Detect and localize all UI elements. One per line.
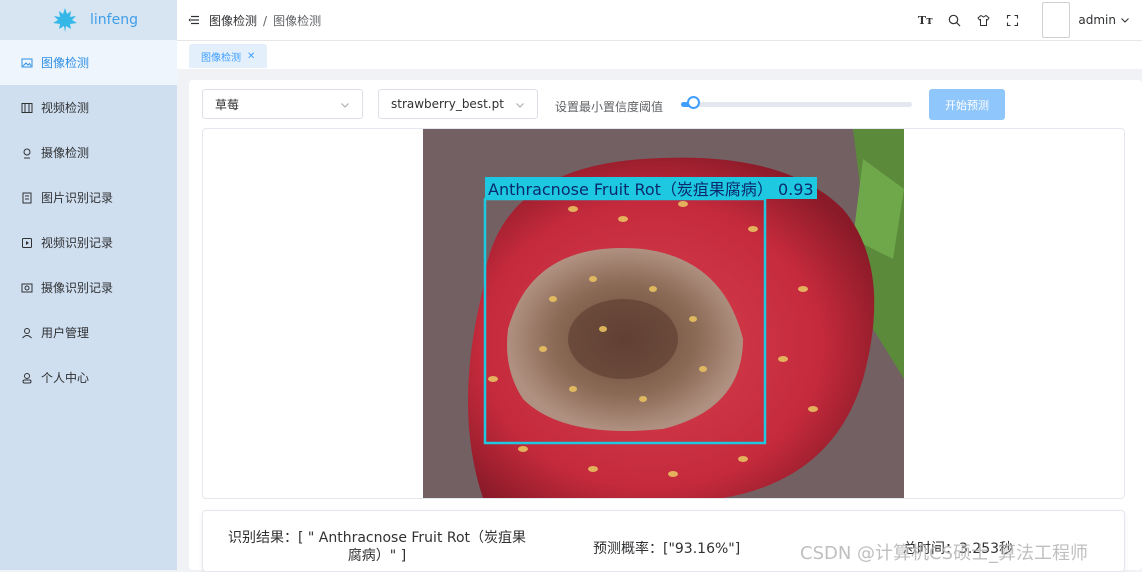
sidebar-item-label: 个人中心 bbox=[41, 371, 90, 385]
document-icon bbox=[21, 192, 33, 204]
sidebar-item-image-records[interactable]: 图片识别记录 bbox=[0, 175, 177, 220]
top-header: 图像检测 / 图像检测 Tт admin bbox=[177, 0, 1142, 41]
recognition-result: 识别结果：[ " Anthracnose Fruit Rot（炭疽果 腐病）" … bbox=[227, 529, 527, 565]
menu-toggle-icon[interactable] bbox=[188, 14, 200, 26]
sidebar-item-user-management[interactable]: 用户管理 bbox=[0, 310, 177, 355]
sidebar-item-camera-records[interactable]: 摄像识别记录 bbox=[0, 265, 177, 310]
close-icon[interactable]: ✕ bbox=[247, 51, 255, 62]
chevron-down-icon bbox=[341, 103, 349, 108]
breadcrumb-item[interactable]: 图像检测 bbox=[209, 14, 257, 28]
chevron-down-icon[interactable] bbox=[1120, 15, 1130, 25]
tab-image-detection[interactable]: 图像检测 ✕ bbox=[189, 44, 268, 68]
user-name[interactable]: admin bbox=[1078, 13, 1116, 27]
fruit-select[interactable]: 草莓 bbox=[202, 89, 363, 119]
image-preview-panel: Anthracnose Fruit Rot（炭疽果腐病） 0.93 bbox=[202, 128, 1125, 499]
model-select-value: strawberry_best.pt bbox=[391, 97, 504, 111]
logo-text: linfeng bbox=[90, 12, 138, 28]
fruit-select-value: 草莓 bbox=[215, 97, 240, 112]
sidebar-item-label: 图片识别记录 bbox=[41, 191, 114, 205]
prediction-probability: 预测概率：["93.16%"] bbox=[593, 541, 741, 557]
video-icon bbox=[21, 102, 33, 114]
sidebar-item-video-records[interactable]: 视频识别记录 bbox=[0, 220, 177, 265]
sidebar-item-label: 摄像检测 bbox=[41, 146, 90, 160]
breadcrumb-current: 图像检测 bbox=[273, 13, 322, 28]
slider-handle[interactable] bbox=[686, 96, 700, 109]
sidebar: linfeng 图像检测 视频检测 摄像检测 图片识别记录 视频识别记录 摄像识… bbox=[0, 0, 177, 570]
threshold-label: 设置最小置信度阈值 bbox=[555, 100, 664, 114]
sidebar-item-image-detection[interactable]: 图像检测 bbox=[0, 40, 177, 85]
tags-bar: 图像检测 ✕ bbox=[177, 41, 1142, 69]
maple-leaf-logo-icon bbox=[53, 8, 77, 32]
breadcrumb-separator: / bbox=[263, 13, 268, 28]
camera-icon bbox=[21, 147, 33, 159]
user-icon bbox=[21, 372, 33, 384]
users-icon bbox=[21, 327, 33, 339]
theme-icon[interactable] bbox=[976, 13, 990, 27]
header-tools: Tт admin bbox=[918, 0, 1142, 40]
camera-record-icon bbox=[21, 282, 33, 294]
result-line: 识别结果：[ " Anthracnose Fruit Rot（炭疽果 bbox=[227, 530, 527, 546]
sidebar-item-label: 摄像识别记录 bbox=[41, 281, 114, 295]
sidebar-item-label: 视频检测 bbox=[41, 101, 90, 115]
fullscreen-icon[interactable] bbox=[1005, 13, 1019, 27]
breadcrumb: 图像检测 / 图像检测 bbox=[209, 12, 321, 29]
start-predict-button[interactable]: 开始预测 bbox=[929, 89, 1005, 120]
search-icon[interactable] bbox=[947, 13, 961, 27]
watermark: CSDN @计算机CS硕士_算法工程师 bbox=[800, 543, 1089, 564]
detection-label: Anthracnose Fruit Rot（炭疽果腐病） 0.93 bbox=[488, 180, 814, 199]
chevron-down-icon bbox=[516, 103, 524, 108]
result-line: 腐病）" ] bbox=[347, 548, 407, 564]
font-size-icon[interactable]: Tт bbox=[918, 13, 933, 27]
main-panel: 草莓 strawberry_best.pt 设置最小置信度阈值 开始预测 Ant… bbox=[189, 80, 1142, 572]
sidebar-item-personal-center[interactable]: 个人中心 bbox=[0, 355, 177, 400]
sidebar-item-label: 图像检测 bbox=[41, 56, 90, 70]
threshold-slider[interactable] bbox=[681, 96, 912, 109]
sidebar-item-video-detection[interactable]: 视频检测 bbox=[0, 85, 177, 130]
model-select[interactable]: strawberry_best.pt bbox=[378, 89, 538, 119]
sidebar-item-label: 用户管理 bbox=[41, 326, 90, 340]
strawberry-detection-image: Anthracnose Fruit Rot（炭疽果腐病） 0.93 bbox=[423, 129, 904, 498]
tab-label: 图像检测 bbox=[201, 52, 241, 64]
image-icon bbox=[21, 57, 33, 69]
sidebar-item-camera-detection[interactable]: 摄像检测 bbox=[0, 130, 177, 175]
logo[interactable]: linfeng bbox=[0, 0, 177, 40]
sidebar-item-label: 视频识别记录 bbox=[41, 236, 114, 250]
avatar[interactable] bbox=[1042, 2, 1071, 38]
video-record-icon bbox=[21, 237, 33, 249]
